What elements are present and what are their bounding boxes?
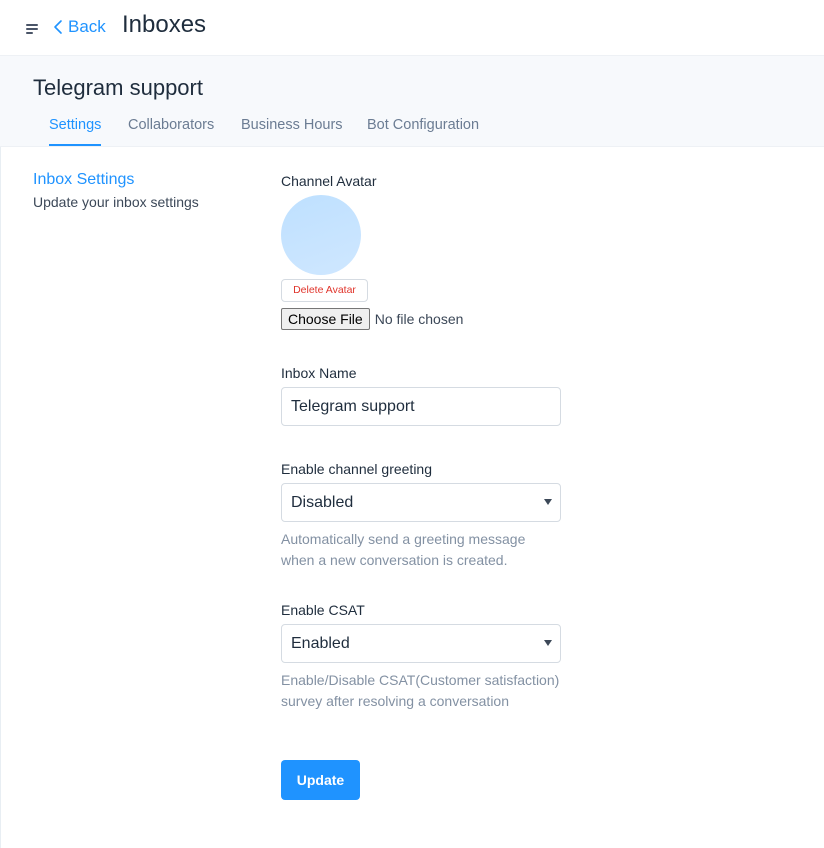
greeting-select[interactable]: Disabled (281, 483, 561, 522)
update-button[interactable]: Update (281, 760, 360, 800)
caret-down-icon (544, 640, 552, 646)
tab-business-hours[interactable]: Business Hours (241, 117, 343, 146)
greeting-select-value: Disabled (291, 494, 354, 511)
back-label: Back (68, 17, 106, 36)
inbox-name-label: Inbox Name (281, 365, 357, 381)
delete-avatar-button[interactable]: Delete Avatar (281, 279, 368, 302)
top-bar: Back Inboxes (0, 0, 824, 56)
channel-avatar (281, 195, 361, 275)
channel-avatar-label: Channel Avatar (281, 173, 377, 189)
greeting-help-text: Automatically send a greeting message wh… (281, 531, 526, 568)
section-description: Update your inbox settings (33, 194, 199, 210)
section-title: Inbox Settings (33, 171, 135, 188)
csat-select[interactable]: Enabled (281, 624, 561, 663)
tab-settings[interactable]: Settings (49, 117, 102, 146)
inbox-title: Telegram support (33, 75, 203, 100)
csat-select-value: Enabled (291, 635, 350, 652)
inbox-name-input[interactable]: Telegram support (281, 387, 561, 426)
caret-down-icon (544, 499, 552, 505)
file-status: No file chosen (374, 311, 464, 327)
csat-help-text: Enable/Disable CSAT(Customer satisfactio… (281, 672, 560, 709)
tab-collaborators[interactable]: Collaborators (128, 117, 214, 146)
inbox-header: Telegram support Settings Collaborators … (0, 56, 824, 147)
greeting-label: Enable channel greeting (281, 461, 433, 477)
chevron-left-icon (54, 20, 62, 34)
csat-label: Enable CSAT (281, 602, 365, 618)
choose-file-button[interactable]: Choose File (281, 308, 370, 330)
page-title: Inboxes (122, 11, 207, 38)
file-input: Choose File No file chosen (281, 308, 463, 330)
back-button[interactable]: Back (52, 16, 106, 38)
tab-bot-configuration[interactable]: Bot Configuration (367, 117, 479, 146)
menu-icon[interactable] (26, 23, 40, 35)
